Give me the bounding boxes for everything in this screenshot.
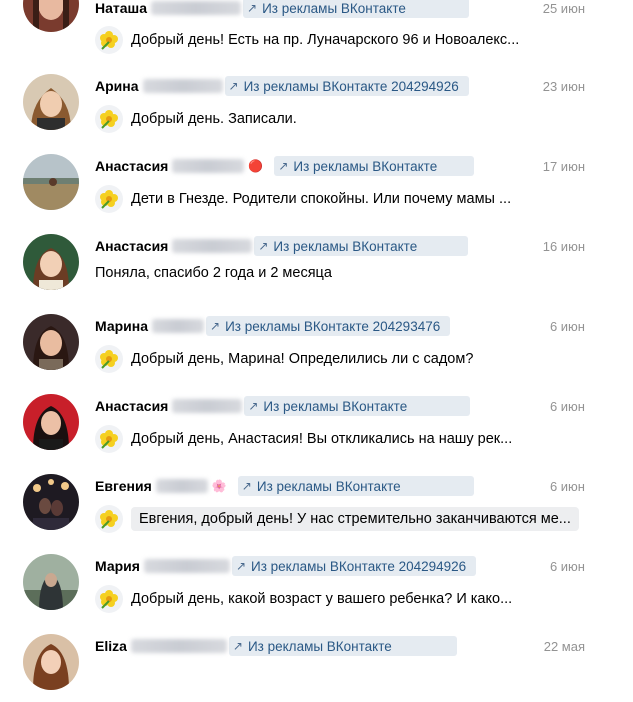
conversation-row[interactable]: Наташа ↗ Из рекламы ВКонтакте 25 июн Добр…: [0, 0, 618, 63]
flower-icon: [95, 185, 123, 213]
contact-name: Анастасия: [95, 398, 169, 414]
ad-source-badge: ↗ Из рекламы ВКонтакте: [243, 0, 469, 18]
conversation-row[interactable]: Анастасия 🔴 ↗ Из рекламы ВКонтакте 17 июн…: [0, 142, 618, 223]
blurred-surname: [143, 559, 230, 573]
message-preview: Добрый день. Записали.: [131, 111, 297, 127]
flower-icon: [95, 505, 123, 533]
conversation-row[interactable]: Евгения 🌸 ↗ Из рекламы ВКонтакте 6 июн Ев…: [0, 462, 618, 543]
arrow-up-right-icon: ↗: [235, 559, 247, 573]
blurred-surname: [142, 79, 223, 93]
blurred-surname: [172, 239, 253, 253]
avatar: [23, 74, 79, 130]
blurred-surname: [155, 479, 208, 493]
message-preview: Поняла, спасибо 2 года и 2 месяца: [95, 265, 332, 281]
contact-name: Анастасия: [95, 158, 169, 174]
emoji-icon: 🔴: [248, 159, 264, 173]
message-preview: Добрый день! Есть на пр. Луначарского 96…: [131, 32, 520, 48]
conversation-row[interactable]: Марина ↗ Из рекламы ВКонтакте 204293476 6…: [0, 302, 618, 383]
ad-source-badge: ↗ Из рекламы ВКонтакте: [274, 156, 475, 176]
message-date: 6 июн: [549, 399, 585, 414]
message-date: 16 июн: [542, 239, 585, 254]
arrow-up-right-icon: ↗: [258, 239, 269, 253]
ad-source-badge: ↗ Из рекламы ВКонтакте 204293476: [206, 316, 451, 336]
blurred-surname: [151, 1, 241, 15]
message-preview: Добрый день, Марина! Определились ли с с…: [131, 351, 474, 367]
message-date: 22 мая: [543, 639, 585, 654]
flower-icon: [95, 105, 123, 133]
blurred-surname: [172, 159, 245, 173]
contact-name: Анастасия: [95, 238, 169, 254]
flower-icon: [95, 26, 123, 54]
arrow-up-right-icon: ↗: [210, 319, 221, 333]
arrow-up-right-icon: ↗: [278, 159, 289, 173]
avatar: [23, 554, 79, 610]
contact-name: Арина: [95, 78, 139, 94]
arrow-up-right-icon: ↗: [247, 1, 258, 15]
arrow-up-right-icon: ↗: [232, 639, 243, 653]
conversation-row[interactable]: Анастасия ↗ Из рекламы ВКонтакте 16 июн П…: [0, 222, 618, 303]
message-preview: Добрый день, Анастасия! Вы откликались н…: [131, 431, 513, 447]
message-date: 6 июн: [549, 559, 585, 574]
message-preview: Дети в Гнезде. Родители спокойны. Или по…: [131, 191, 512, 207]
message-date: 25 июн: [542, 1, 585, 16]
contact-name: Марина: [95, 318, 149, 334]
contact-name: Eliza: [95, 638, 127, 654]
avatar: [23, 234, 79, 290]
avatar: [23, 474, 79, 530]
contact-name: Евгения: [95, 478, 152, 494]
blurred-surname: [152, 319, 205, 333]
avatar: [23, 0, 79, 32]
flower-icon: [95, 345, 123, 373]
ad-source-badge: ↗ Из рекламы ВКонтакте: [237, 476, 474, 496]
avatar: [23, 394, 79, 450]
conversation-row[interactable]: Анастасия ↗ Из рекламы ВКонтакте 6 июн До…: [0, 382, 618, 463]
arrow-up-right-icon: ↗: [241, 479, 252, 493]
message-preview: Евгения, добрый день! У нас стремительно…: [131, 507, 579, 531]
blurred-surname: [130, 639, 227, 653]
message-preview: Добрый день, какой возраст у вашего ребе…: [131, 591, 513, 607]
ad-source-badge: ↗ Из рекламы ВКонтакте: [254, 236, 469, 256]
flower-icon: [95, 585, 123, 613]
avatar: [23, 154, 79, 210]
ad-source-badge: ↗ Из рекламы ВКонтакте: [244, 396, 471, 416]
blurred-surname: [172, 399, 243, 413]
message-date: 23 июн: [542, 79, 585, 94]
message-date: 6 июн: [549, 319, 585, 334]
arrow-up-right-icon: ↗: [248, 399, 259, 413]
avatar: [23, 634, 79, 690]
conversation-row[interactable]: Арина ↗ Из рекламы ВКонтакте 204294926 23…: [0, 62, 618, 143]
contact-name: Наташа: [95, 0, 147, 16]
flower-icon: [95, 425, 123, 453]
ad-source-badge: ↗ Из рекламы ВКонтакте 204294926: [231, 556, 477, 576]
avatar: [23, 314, 79, 370]
flower-emoji-icon: 🌸: [211, 479, 227, 493]
arrow-up-right-icon: ↗: [228, 79, 239, 93]
conversation-row[interactable]: Мария ↗ Из рекламы ВКонтакте 204294926 6 …: [0, 542, 618, 623]
message-date: 17 июн: [542, 159, 585, 174]
ad-source-badge: ↗ Из рекламы ВКонтакте 204294926: [224, 76, 469, 96]
conversation-row[interactable]: Eliza ↗ Из рекламы ВКонтакте 22 мая: [0, 622, 618, 702]
message-date: 6 июн: [549, 479, 585, 494]
contact-name: Мария: [95, 558, 140, 574]
ad-source-badge: ↗ Из рекламы ВКонтакте: [228, 636, 457, 656]
